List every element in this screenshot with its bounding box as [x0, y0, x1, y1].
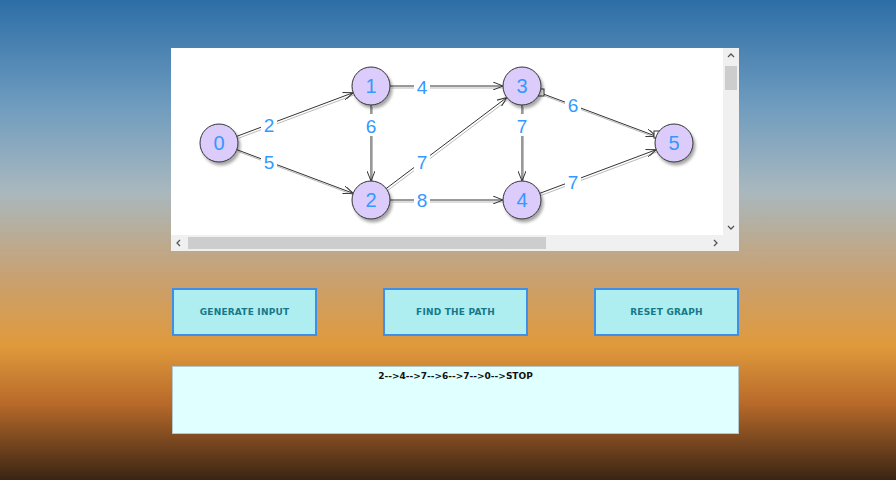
graph-node[interactable]: 0	[200, 124, 238, 162]
graph-edge: 7	[540, 150, 657, 195]
graph-edge: 5	[237, 150, 354, 195]
scroll-corner	[723, 235, 739, 251]
output-box: 2-->4-->7-->6-->7-->0-->STOP	[172, 366, 739, 434]
scroll-down-icon[interactable]	[726, 222, 736, 232]
edge-weight: 7	[568, 172, 579, 193]
node-label: 0	[213, 132, 224, 154]
scroll-left-icon[interactable]	[174, 238, 184, 248]
button-row: GENERATE INPUT FIND THE PATH RESET GRAPH	[171, 288, 739, 336]
horizontal-scrollbar[interactable]	[171, 235, 723, 251]
graph-node[interactable]: 3	[503, 67, 541, 105]
edge-weight: 6	[568, 95, 579, 116]
node-label: 1	[365, 75, 376, 97]
find-path-button[interactable]: FIND THE PATH	[383, 288, 528, 336]
scroll-right-icon[interactable]	[710, 238, 720, 248]
scroll-thumb[interactable]	[725, 66, 737, 90]
node-label: 4	[516, 189, 527, 211]
path-output: 2-->4-->7-->6-->7-->0-->STOP	[378, 371, 533, 381]
edge-weight: 4	[417, 77, 428, 98]
graph-node[interactable]: 5	[655, 124, 693, 162]
graph-edge: 6	[540, 93, 657, 138]
edge-weight: 8	[417, 190, 428, 211]
edge-weight: 6	[366, 116, 377, 137]
graph-edge: 4	[390, 75, 504, 98]
vertical-scrollbar[interactable]	[723, 48, 739, 235]
graph-node[interactable]: 1	[352, 67, 390, 105]
node-label: 3	[516, 75, 527, 97]
graph-canvas: 2 5 4 6 7 8 7 6 7 0 1 2 3 4 5	[171, 48, 723, 235]
reset-graph-button[interactable]: RESET GRAPH	[594, 288, 739, 336]
graph-edge: 6	[363, 105, 379, 182]
edge-weight: 7	[417, 152, 428, 173]
scroll-up-icon[interactable]	[726, 51, 736, 61]
graph-edge: 7	[514, 105, 530, 182]
scroll-thumb[interactable]	[188, 237, 546, 249]
graph-node[interactable]: 4	[503, 181, 541, 219]
graph-panel[interactable]: 2 5 4 6 7 8 7 6 7 0 1 2 3 4 5	[171, 48, 739, 251]
edge-weight: 2	[264, 115, 275, 136]
node-label: 5	[668, 132, 679, 154]
graph-edge: 8	[390, 188, 504, 211]
graph-node[interactable]: 2	[352, 181, 390, 219]
graph-edge: 2	[237, 93, 354, 138]
node-label: 2	[365, 189, 376, 211]
edge-weight: 5	[264, 152, 275, 173]
edge-weight: 7	[517, 116, 528, 137]
generate-input-button[interactable]: GENERATE INPUT	[172, 288, 317, 336]
graph-edge: 7	[386, 98, 507, 191]
